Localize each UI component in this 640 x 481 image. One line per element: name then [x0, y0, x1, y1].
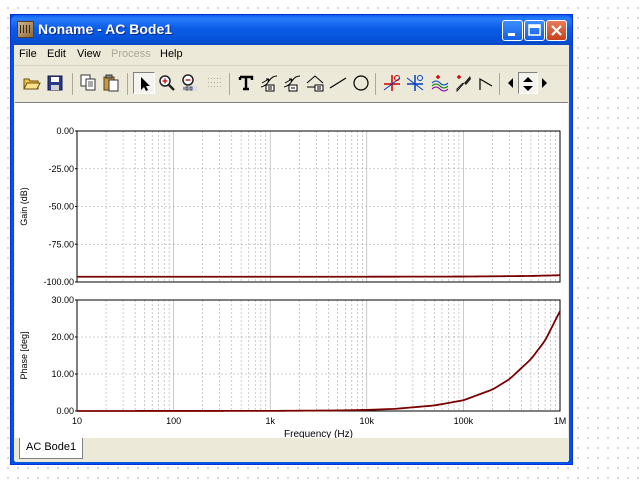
scroll-updown-button[interactable] — [518, 72, 538, 94]
paste-icon — [103, 74, 119, 92]
copy-button[interactable] — [77, 72, 99, 94]
toolbar-separator — [72, 73, 73, 95]
cursor-b-button[interactable] — [404, 72, 426, 94]
phase-y-ticks: 30.00 20.00 10.00 0.00 — [51, 295, 77, 416]
x-tick-label: 1M — [554, 416, 567, 426]
annotation-2-button[interactable] — [281, 72, 303, 94]
toolbar — [17, 70, 557, 100]
zoom-100-button[interactable] — [179, 72, 201, 94]
toolbar-divider — [15, 65, 568, 66]
minimize-button[interactable] — [502, 20, 523, 41]
text-button[interactable] — [235, 72, 257, 94]
y-tick-label: 20.00 — [51, 332, 74, 342]
scroll-updown-icon — [523, 77, 533, 91]
curve-button[interactable] — [475, 72, 497, 94]
y-tick-label: -25.00 — [48, 164, 74, 174]
line-button[interactable] — [327, 72, 349, 94]
cursor-b-icon — [406, 75, 424, 91]
grid-button[interactable] — [204, 72, 226, 94]
annotation-2-icon — [283, 75, 301, 92]
save-button[interactable] — [44, 72, 66, 94]
annotation-3-icon — [306, 75, 324, 92]
x-tick-label: 1k — [265, 416, 275, 426]
phase-series-line — [77, 310, 561, 412]
y-tick-label: -75.00 — [48, 239, 74, 249]
scroll-right-button[interactable] — [538, 72, 552, 94]
waveform-button[interactable] — [429, 72, 451, 94]
x-tick-label: 10 — [72, 416, 82, 426]
y-tick-label: 10.00 — [51, 369, 74, 379]
window-title: Noname - AC Bode1 — [38, 21, 173, 37]
annotation-3-button[interactable] — [304, 72, 326, 94]
menu-help[interactable]: Help — [160, 48, 183, 60]
scroll-right-icon — [542, 78, 547, 88]
close-icon — [551, 25, 562, 36]
probe-icon — [456, 75, 471, 92]
toolbar-separator — [375, 73, 376, 95]
annotation-1-button[interactable] — [258, 72, 280, 94]
toolbar-separator — [499, 73, 500, 95]
gain-y-ticks: 0.00 -25.00 -50.00 -75.00 -100.00 — [43, 126, 77, 287]
menu-process[interactable]: Process — [111, 48, 151, 60]
close-button[interactable] — [546, 20, 567, 41]
app-window: Noname - AC Bode1 File Edit View Process… — [10, 14, 573, 465]
x-tick-label: 10k — [360, 416, 375, 426]
pointer-icon — [141, 77, 150, 91]
save-icon — [47, 75, 63, 91]
maximize-button[interactable] — [524, 20, 545, 41]
gain-y-axis-label: Gain (dB) — [19, 187, 29, 226]
cursor-a-button[interactable] — [381, 72, 403, 94]
toolbar-separator — [127, 73, 128, 95]
maximize-icon — [528, 24, 541, 36]
scroll-left-button[interactable] — [504, 72, 518, 94]
plot-area: 0.00 -25.00 -50.00 -75.00 -100.00 30.00 20.00… — [15, 102, 568, 440]
circle-button[interactable] — [350, 72, 372, 94]
zoom-100-icon — [182, 74, 197, 91]
tab-strip: AC Bode1 — [15, 438, 568, 462]
menu-edit[interactable]: Edit — [47, 48, 66, 60]
paste-button[interactable] — [100, 72, 122, 94]
annotation-1-icon — [260, 75, 278, 92]
text-icon — [238, 75, 254, 91]
menu-file[interactable]: File — [19, 48, 37, 60]
open-button[interactable] — [21, 72, 43, 94]
cursor-a-icon — [383, 75, 401, 91]
y-tick-label: 0.00 — [56, 406, 74, 416]
toolbar-separator — [229, 73, 230, 95]
y-tick-label: -50.00 — [48, 202, 74, 212]
minimize-icon — [508, 33, 515, 36]
title-bar[interactable]: Noname - AC Bode1 — [11, 15, 572, 45]
app-icon[interactable] — [17, 21, 34, 38]
bode-plot[interactable]: 0.00 -25.00 -50.00 -75.00 -100.00 30.00 20.00… — [15, 103, 568, 440]
scroll-left-icon — [508, 78, 513, 88]
phase-plot-frame — [76, 299, 561, 412]
line-icon — [329, 77, 347, 89]
pointer-button[interactable] — [133, 72, 155, 94]
probe-button[interactable] — [452, 72, 474, 94]
copy-icon — [80, 74, 96, 91]
grid-icon — [208, 78, 221, 87]
y-tick-label: 30.00 — [51, 295, 74, 305]
x-tick-label: 100k — [454, 416, 474, 426]
y-tick-label: 0.00 — [56, 126, 74, 136]
phase-grid — [76, 299, 560, 412]
curve-icon — [479, 77, 493, 90]
frequency-x-ticks: 10 100 1k 10k 100k 1M — [72, 416, 566, 426]
circle-icon — [353, 75, 369, 91]
y-tick-label: -100.00 — [43, 277, 74, 287]
zoom-in-icon — [159, 75, 175, 91]
zoom-in-button[interactable] — [156, 72, 178, 94]
open-icon — [23, 78, 41, 90]
waveform-icon — [431, 75, 449, 92]
tab-ac-bode1[interactable]: AC Bode1 — [19, 438, 84, 459]
phase-y-axis-label: Phase [deg] — [19, 331, 29, 379]
menu-view[interactable]: View — [77, 48, 101, 60]
menu-bar: File Edit View Process Help — [15, 45, 568, 65]
x-tick-label: 100 — [166, 416, 181, 426]
gain-grid — [76, 130, 560, 283]
gain-series-line — [77, 274, 561, 278]
